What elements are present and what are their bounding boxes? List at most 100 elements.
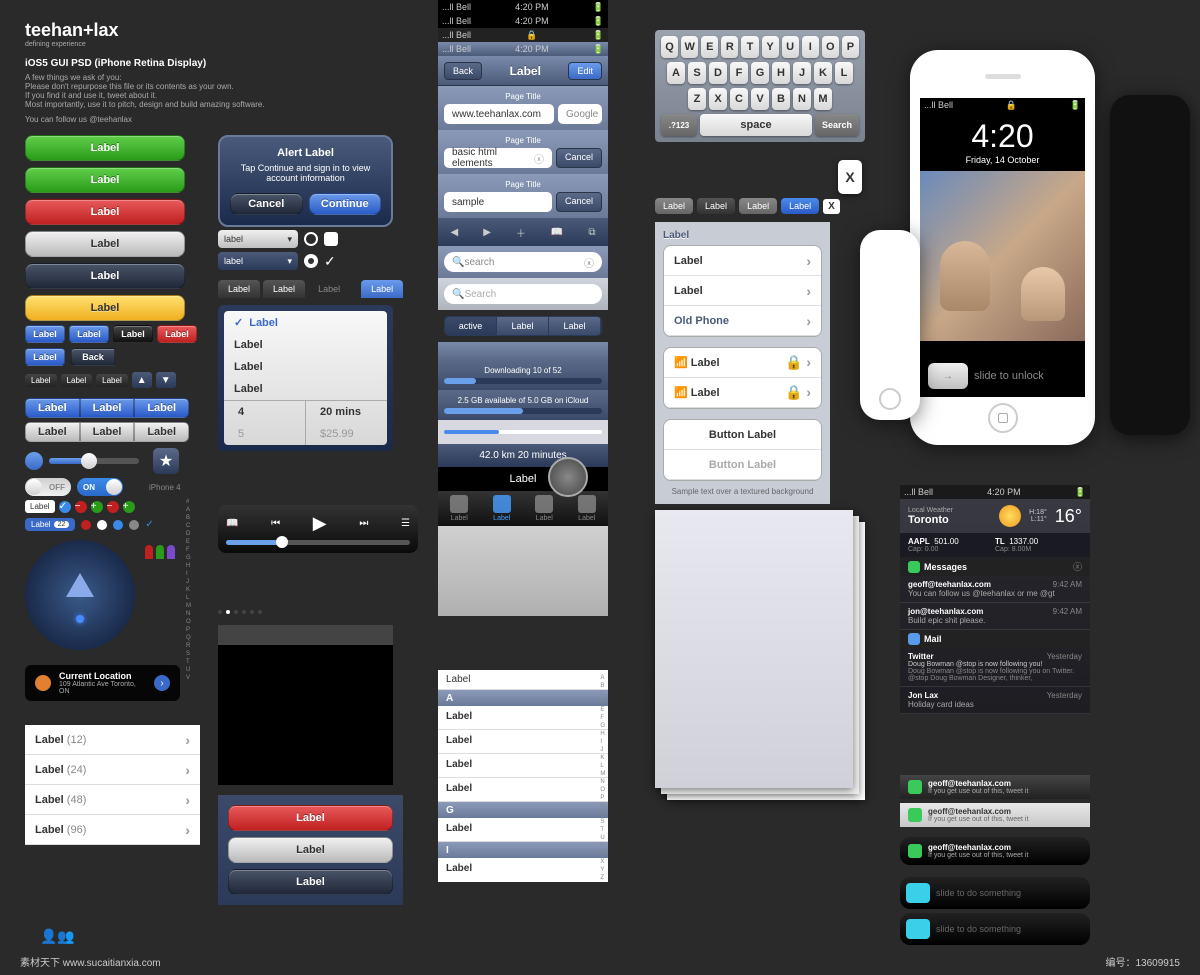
tabs-icon[interactable]: ⧉ [588, 227, 595, 238]
key-J[interactable]: J [793, 62, 811, 84]
url-field[interactable]: www.teehanlax.com [444, 104, 554, 124]
dot-blue[interactable]: ✓ [59, 501, 71, 513]
key-C[interactable]: C [730, 88, 748, 110]
key-U[interactable]: U [782, 36, 799, 58]
scrubber[interactable] [226, 540, 410, 545]
slide-arrow-icon[interactable]: → [928, 363, 968, 389]
picker-num[interactable]: 4 [224, 401, 306, 423]
cancel-btn[interactable]: Cancel [556, 148, 602, 168]
white-chip[interactable]: Label [25, 500, 55, 513]
grouped-item[interactable]: Label› [664, 246, 821, 276]
tab-2[interactable]: Label [263, 280, 305, 298]
list-item[interactable]: Label (96)› [25, 815, 200, 845]
back-button[interactable]: Back [71, 348, 115, 366]
slide-track-2[interactable]: slide to do something [900, 913, 1090, 945]
next-track-icon[interactable]: ⏭ [359, 518, 368, 529]
dot[interactable] [218, 610, 222, 614]
checkbox-off[interactable] [324, 232, 338, 246]
home-button[interactable] [988, 403, 1018, 433]
sm-blue-1[interactable]: Label [25, 325, 65, 343]
key-V[interactable]: V [751, 88, 769, 110]
list-item[interactable]: Label [438, 858, 608, 882]
grouped-item[interactable]: Label› [664, 276, 821, 306]
key-E[interactable]: E [701, 36, 718, 58]
list-item[interactable]: Label [438, 670, 608, 690]
back-icon[interactable]: ◀ [451, 227, 459, 238]
disclosure-icon[interactable]: › [154, 675, 170, 691]
tabitem-3[interactable]: Label [523, 491, 566, 526]
label-blue[interactable]: Label [781, 198, 819, 214]
key-K[interactable]: K [814, 62, 832, 84]
tab-3[interactable]: Label [308, 280, 350, 298]
search-key[interactable]: Search [815, 114, 859, 136]
toast-3[interactable]: geoff@teehanlax.comIf you get use out of… [900, 837, 1090, 865]
sm-blue-2[interactable]: Label [69, 325, 109, 343]
seg-g2[interactable]: Label [80, 422, 135, 442]
list-item[interactable]: Label [438, 730, 608, 754]
key-F[interactable]: F [730, 62, 748, 84]
tabitem-1[interactable]: Label [438, 491, 481, 526]
gray-button[interactable]: Label [25, 231, 185, 257]
key-Q[interactable]: Q [661, 36, 678, 58]
key-R[interactable]: R [721, 36, 738, 58]
picker-item[interactable]: Label [224, 356, 387, 378]
radio-on[interactable] [304, 254, 318, 268]
sample-field[interactable]: sample [444, 192, 552, 212]
label-gray2[interactable]: Label [739, 198, 777, 214]
key-B[interactable]: B [772, 88, 790, 110]
list-item[interactable]: Label (24)› [25, 755, 200, 785]
fwd-icon[interactable]: ▶ [483, 227, 491, 238]
alert-continue[interactable]: Continue [309, 193, 382, 215]
cancel-btn-2[interactable]: Cancel [556, 192, 602, 212]
dot[interactable] [250, 610, 254, 614]
green-button-1[interactable]: Label [25, 135, 185, 161]
search-field[interactable]: 🔍 searchⓧ [444, 252, 602, 272]
label-gray[interactable]: Label [655, 198, 693, 214]
key-D[interactable]: D [709, 62, 727, 84]
list-icon[interactable]: ☰ [401, 518, 410, 529]
seg-active[interactable]: active [445, 317, 497, 335]
search-placeholder[interactable]: 🔍 Search [444, 284, 602, 304]
label-pill[interactable]: Label22 [25, 518, 75, 531]
seg-g3[interactable]: Label [134, 422, 189, 442]
slider-track[interactable] [49, 458, 139, 464]
seg-1[interactable]: Label [25, 398, 80, 418]
red-button[interactable]: Label [25, 199, 185, 225]
list-item[interactable]: Label [438, 818, 608, 842]
sheet-dark[interactable]: Label [228, 869, 393, 895]
dropdown-dark[interactable]: label▾ [218, 252, 298, 270]
tabitem-2[interactable]: Label [481, 491, 524, 526]
query-field[interactable]: basic html elementsⓧ [444, 148, 552, 168]
book-icon[interactable]: 📖 [226, 518, 238, 529]
yellow-button[interactable]: Label [25, 295, 185, 321]
picker-time[interactable]: 20 mins [306, 401, 387, 423]
notif-row[interactable]: TwitterYesterdayDoug Bowman @stop is now… [900, 648, 1090, 687]
alert-cancel[interactable]: Cancel [230, 193, 303, 215]
picker-wheel[interactable]: ✓ Label Label Label Label 4 20 mins 5 $2… [218, 305, 393, 451]
dot-red-2[interactable]: − [107, 501, 119, 513]
dot-red-minus[interactable]: − [75, 501, 87, 513]
green-button-2[interactable]: Label [25, 167, 185, 193]
dark-button[interactable]: Label [25, 263, 185, 289]
wifi-item[interactable]: 📶 Label🔒 › [664, 378, 821, 408]
grouped-item[interactable]: Old Phone› [664, 306, 821, 336]
dropdown-light[interactable]: label▾ [218, 230, 298, 248]
compass-dial[interactable] [25, 540, 135, 650]
key-P[interactable]: P [842, 36, 859, 58]
toast-1[interactable]: geoff@teehanlax.comIf you get use out of… [900, 775, 1090, 799]
nav-edit[interactable]: Edit [568, 62, 602, 80]
tab-1[interactable]: Label [218, 280, 260, 298]
google-field[interactable]: Google [558, 104, 602, 124]
dot[interactable] [242, 610, 246, 614]
slide-to-unlock[interactable]: → slide to unlock [920, 355, 1085, 397]
seg-label[interactable]: Label [497, 317, 549, 335]
key-Z[interactable]: Z [688, 88, 706, 110]
tab-active[interactable]: Label [361, 280, 403, 298]
stock-widget[interactable]: AAPL 501.00Cap: 0.00 TL 1337.00Cap: 8.00… [900, 533, 1090, 557]
up-arrow-button[interactable]: ▲ [132, 372, 152, 388]
key-Y[interactable]: Y [762, 36, 779, 58]
key-I[interactable]: I [802, 36, 819, 58]
add-icon[interactable]: ＋ [516, 225, 526, 240]
down-arrow-button[interactable]: ▼ [156, 372, 176, 388]
play-icon[interactable]: ▶ [313, 513, 327, 534]
